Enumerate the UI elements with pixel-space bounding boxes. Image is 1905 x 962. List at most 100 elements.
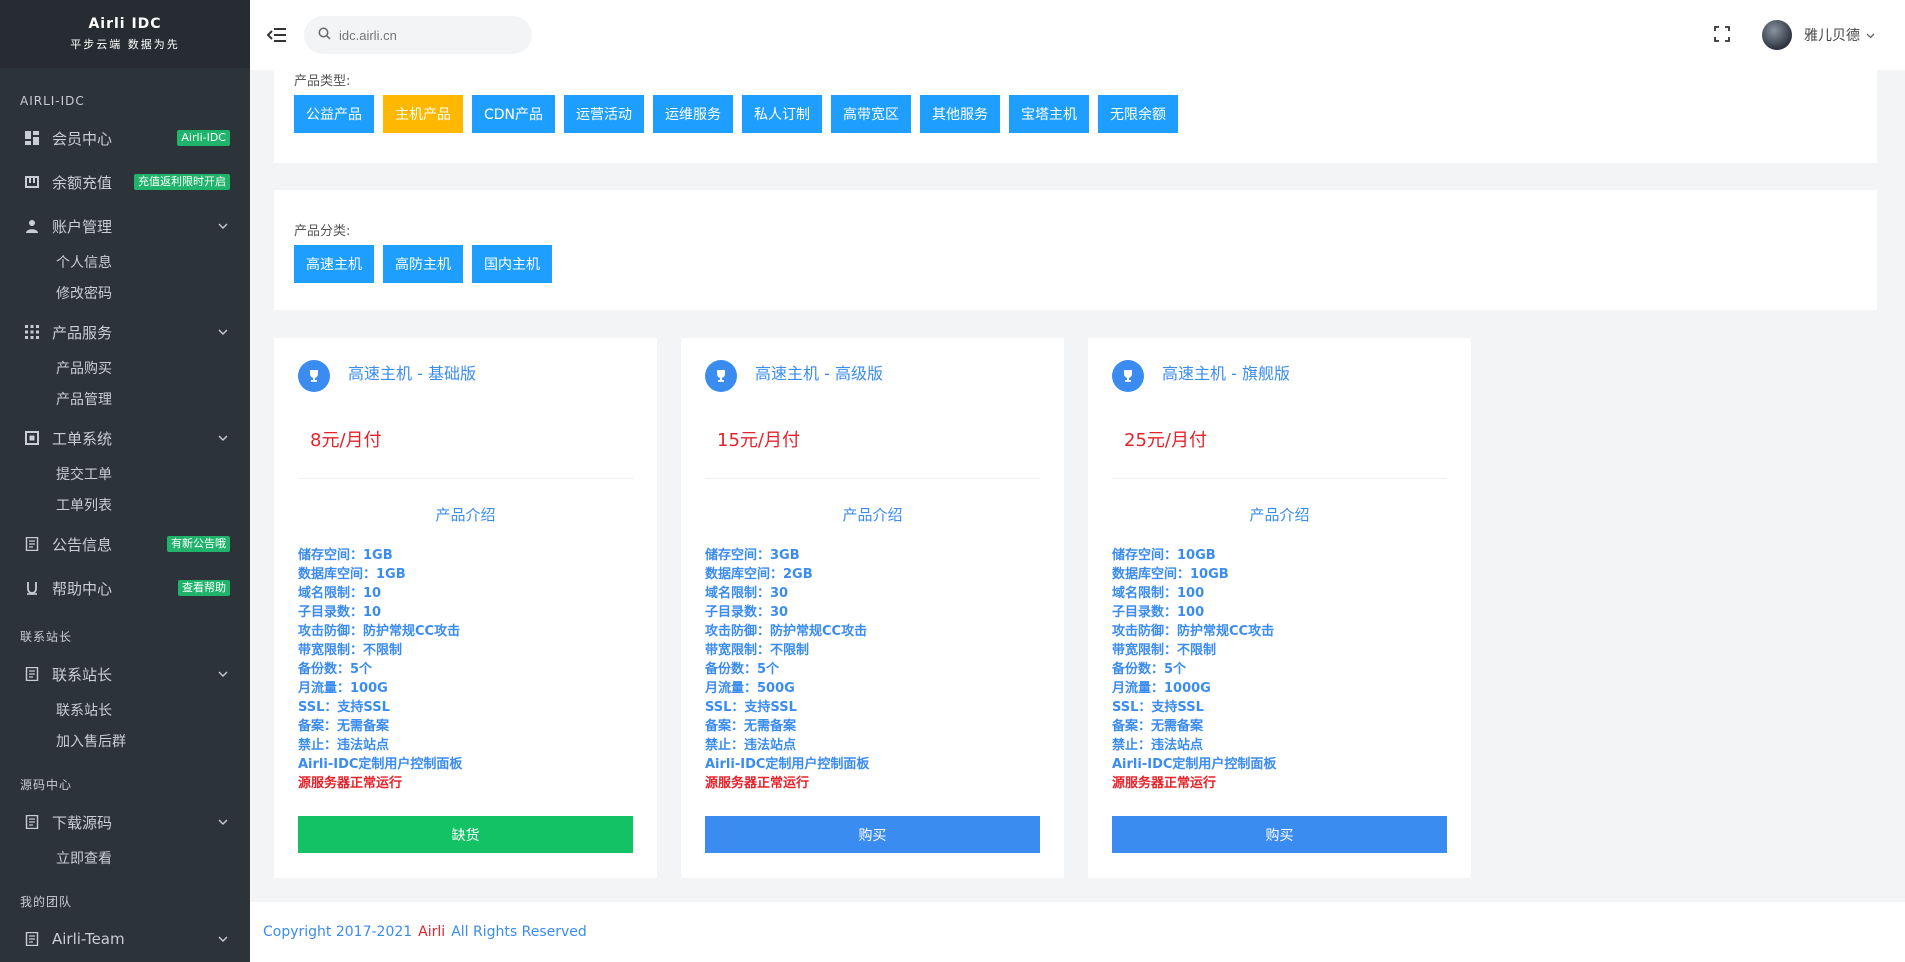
product-card: 高速主机 - 高级版 15元/月付 产品介绍 储存空间：3GB 数据库空间：2G… (681, 338, 1064, 878)
copyright-text: Copyright 2017-2021 (263, 924, 413, 940)
sidebar-item-account[interactable]: 账户管理 (0, 204, 250, 248)
divider (1112, 478, 1447, 479)
product-type-panel: 产品类型: 公益产品 主机产品 CDN产品 运营活动 运维服务 私人订制 高带宽… (274, 70, 1877, 163)
sidebar-item-member-center[interactable]: 会员中心 Airli-IDC (0, 116, 250, 160)
fullscreen-icon[interactable] (1714, 26, 1732, 44)
sidebar: Airli IDC 平步云端 数据为先 AIRLI-IDC 会员中心 Airli… (0, 0, 250, 962)
sidebar-item-label: 会员中心 (52, 129, 113, 148)
spec-line: 数据库空间：10GB (1112, 567, 1229, 582)
spec-line: 带宽限制：不限制 (298, 643, 403, 658)
search-input[interactable] (339, 27, 509, 43)
user-icon (24, 218, 40, 234)
type-button-other[interactable]: 其他服务 (920, 95, 1001, 133)
type-button-unlimited[interactable]: 无限余额 (1098, 95, 1179, 133)
spec-line: 域名限制：10 (298, 586, 382, 601)
buy-button[interactable]: 购买 (705, 816, 1040, 853)
spec-line: SSL：支持SSL (1112, 700, 1204, 715)
product-price: 8元/月付 (310, 430, 382, 451)
out-of-stock-button[interactable]: 缺货 (298, 816, 633, 853)
sidebar-item-products[interactable]: 产品服务 (0, 310, 250, 354)
type-button-ops[interactable]: 运维服务 (653, 95, 734, 133)
main-content: 产品类型: 公益产品 主机产品 CDN产品 运营活动 运维服务 私人订制 高带宽… (250, 70, 1905, 962)
spec-line: 月流量：1000G (1112, 681, 1211, 696)
notice-icon (24, 536, 40, 552)
sidebar-item-help[interactable]: 帮助中心 查看帮助 (0, 566, 250, 610)
trophy-icon (298, 360, 330, 392)
sidebar-subitem-view-now[interactable]: 立即查看 (0, 844, 250, 875)
sidebar-subitem-contact-admin[interactable]: 联系站长 (0, 696, 250, 727)
trophy-icon (1112, 360, 1144, 392)
product-intro-heading: 产品介绍 (842, 506, 903, 524)
spec-line: 备份数：5个 (705, 662, 780, 677)
topbar: 雅儿贝德 (250, 0, 1905, 70)
type-button-bandwidth[interactable]: 高带宽区 (831, 95, 912, 133)
brand-logo[interactable]: Airli IDC 平步云端 数据为先 (0, 0, 250, 68)
spec-line: 储存空间：10GB (1112, 548, 1216, 563)
spec-line: 域名限制：100 (1112, 586, 1205, 601)
spec-line: 攻击防御：防护常规CC攻击 (1112, 624, 1275, 639)
username[interactable]: 雅儿贝德 (1804, 25, 1860, 45)
sidebar-item-contact[interactable]: 联系站长 (0, 652, 250, 696)
section-title: 联系站长 (20, 630, 73, 644)
spec-line: 攻击防御：防护常规CC攻击 (298, 624, 461, 639)
sidebar-subitem-manage-product[interactable]: 产品管理 (0, 385, 250, 416)
search-icon (318, 27, 331, 44)
spec-line: 月流量：500G (705, 681, 795, 696)
spec-line: 禁止：违法站点 (298, 738, 390, 753)
grid-icon (24, 324, 40, 340)
sidebar-item-label: 产品服务 (52, 323, 113, 342)
product-specs: 储存空间：3GB 数据库空间：2GB 域名限制：30 子目录数：30 攻击防御：… (705, 546, 869, 793)
chevron-down-icon[interactable] (1866, 27, 1875, 43)
spec-line: 备份数：5个 (298, 662, 373, 677)
spec-line: 禁止：违法站点 (705, 738, 797, 753)
type-button-baota[interactable]: 宝塔主机 (1009, 95, 1090, 133)
menu-collapse-icon[interactable] (266, 24, 288, 46)
spec-line: Airli-IDC定制用户控制面板 (705, 757, 870, 772)
product-type-label: 产品类型: (294, 74, 351, 89)
spec-line: 备案：无需备案 (298, 719, 390, 734)
product-card: 高速主机 - 旗舰版 25元/月付 产品介绍 储存空间：10GB 数据库空间：1… (1088, 338, 1471, 878)
buy-button[interactable]: 购买 (1112, 816, 1447, 853)
sidebar-item-announcements[interactable]: 公告信息 有新公告哦 (0, 522, 250, 566)
product-title[interactable]: 高速主机 - 基础版 (348, 360, 476, 384)
sidebar-subitem-ticket-list[interactable]: 工单列表 (0, 491, 250, 522)
product-title[interactable]: 高速主机 - 高级版 (755, 360, 883, 384)
category-button-ddos[interactable]: 高防主机 (383, 245, 463, 283)
sidebar-item-label: 余额充值 (52, 173, 113, 192)
sidebar-subitem-buy-product[interactable]: 产品购买 (0, 354, 250, 385)
sidebar-subitem-change-password[interactable]: 修改密码 (0, 279, 250, 310)
sidebar-subitem-join-group[interactable]: 加入售后群 (0, 727, 250, 758)
product-price: 15元/月付 (717, 430, 800, 451)
sidebar-item-label: 公告信息 (52, 535, 113, 554)
chevron-down-icon (216, 932, 230, 946)
section-title: 源码中心 (20, 778, 73, 792)
product-title[interactable]: 高速主机 - 旗舰版 (1162, 360, 1290, 384)
help-icon (24, 580, 40, 596)
sidebar-item-recharge[interactable]: 余额充值 充值返利限时开启 (0, 160, 250, 204)
type-button-activity[interactable]: 运营活动 (564, 95, 645, 133)
sidebar-item-tickets[interactable]: 工单系统 (0, 416, 250, 460)
spec-line: SSL：支持SSL (705, 700, 797, 715)
sidebar-item-team[interactable]: Airli-Team (0, 917, 250, 961)
status-badge: Airli-IDC (177, 130, 230, 146)
brand-slogan: 平步云端 数据为先 (70, 38, 180, 51)
document-icon (24, 931, 40, 947)
avatar[interactable] (1762, 20, 1792, 50)
type-button-custom[interactable]: 私人订制 (742, 95, 823, 133)
sidebar-subitem-profile[interactable]: 个人信息 (0, 248, 250, 279)
chevron-down-icon (216, 431, 230, 445)
spec-line: 备案：无需备案 (705, 719, 797, 734)
sidebar-subitem-submit-ticket[interactable]: 提交工单 (0, 460, 250, 491)
document-icon (24, 814, 40, 830)
brand-name: Airli IDC (88, 16, 162, 32)
sidebar-item-download-source[interactable]: 下载源码 (0, 800, 250, 844)
category-button-fast[interactable]: 高速主机 (294, 245, 374, 283)
chevron-down-icon (216, 667, 230, 681)
spec-line: 攻击防御：防护常规CC攻击 (705, 624, 868, 639)
type-button-cdn[interactable]: CDN产品 (472, 95, 556, 133)
category-button-domestic[interactable]: 国内主机 (472, 245, 552, 283)
footer-brand-link[interactable]: Airli (418, 924, 445, 940)
status-badge: 查看帮助 (178, 580, 230, 596)
type-button-public[interactable]: 公益产品 (294, 95, 374, 133)
type-button-host[interactable]: 主机产品 (383, 95, 463, 133)
